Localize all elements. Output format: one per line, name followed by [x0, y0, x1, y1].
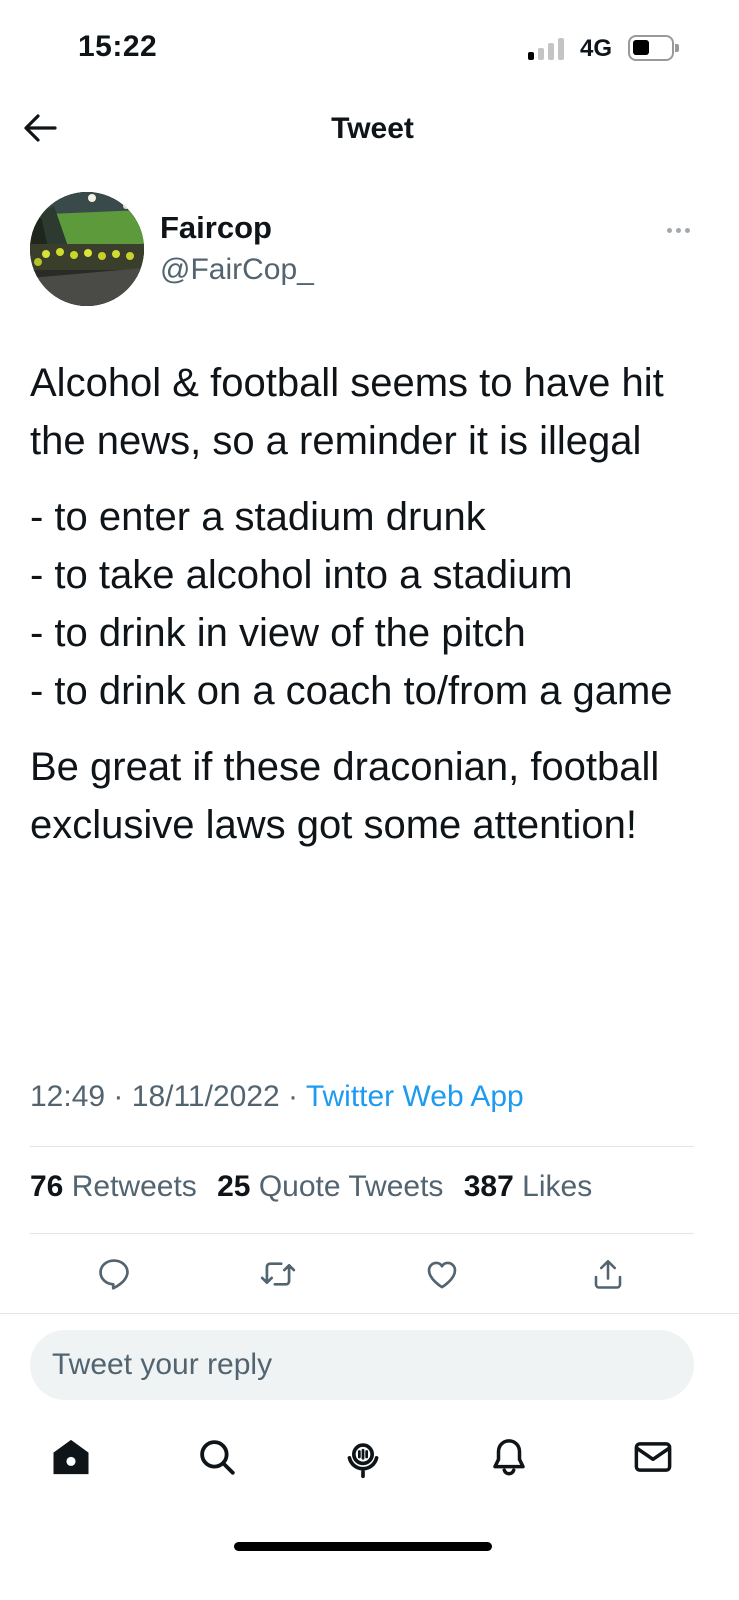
tweet-paragraph-list: - to enter a stadium drunk - to take alc… — [30, 495, 673, 713]
tab-notifications[interactable] — [484, 1432, 534, 1482]
quote-tweets-stat[interactable]: 25 Quote Tweets — [217, 1170, 443, 1203]
tweet-time: 12:49 — [30, 1080, 106, 1113]
tab-home[interactable] — [46, 1432, 96, 1482]
divider — [0, 1313, 739, 1314]
retweet-icon — [260, 1262, 296, 1286]
notifications-icon — [493, 1439, 525, 1476]
meta-separator: · — [288, 1080, 299, 1113]
avatar-image — [30, 192, 144, 306]
author-handle[interactable]: @FairCop_ — [160, 253, 314, 287]
share-button[interactable] — [586, 1252, 630, 1296]
meta-separator: · — [113, 1080, 124, 1113]
tweet-paragraph-intro: Alcohol & football seems to have hit the… — [30, 361, 664, 463]
tweet-paragraph-closing: Be great if these draconian, football ex… — [30, 745, 660, 847]
avatar[interactable] — [30, 192, 144, 306]
tweet-text: Alcohol & football seems to have hit the… — [30, 354, 714, 854]
divider — [30, 1233, 694, 1234]
retweets-count: 76 — [30, 1170, 64, 1203]
like-icon — [427, 1261, 457, 1289]
likes-stat[interactable]: 387 Likes — [464, 1170, 592, 1203]
retweet-button[interactable] — [256, 1252, 300, 1296]
author-name[interactable]: Faircop — [160, 210, 272, 246]
reply-input[interactable]: Tweet your reply — [30, 1330, 694, 1400]
home-icon — [53, 1439, 89, 1475]
reply-icon — [99, 1259, 129, 1290]
more-options-button[interactable] — [660, 218, 696, 242]
reply-button[interactable] — [92, 1252, 136, 1296]
quotes-label: Quote Tweets — [258, 1170, 444, 1203]
tweet-actions — [0, 1252, 739, 1302]
status-time: 15:22 — [78, 30, 158, 63]
retweets-stat[interactable]: 76 Retweets — [30, 1170, 197, 1203]
tweet-date: 18/11/2022 — [131, 1080, 280, 1113]
nav-bar: Tweet — [0, 96, 739, 164]
like-button[interactable] — [420, 1252, 464, 1296]
status-bar: 15:22 4G — [0, 0, 739, 100]
home-indicator[interactable] — [234, 1542, 492, 1551]
messages-icon — [634, 1442, 672, 1472]
retweets-label: Retweets — [71, 1170, 197, 1203]
tab-search[interactable] — [192, 1432, 242, 1482]
more-dots-icon — [666, 227, 672, 233]
tweet-meta: 12:49 · 18/11/2022 · Twitter Web App — [30, 1080, 524, 1114]
tab-spaces[interactable] — [338, 1432, 388, 1482]
bottom-tab-bar — [0, 1432, 739, 1492]
quotes-count: 25 — [217, 1170, 251, 1203]
likes-label: Likes — [522, 1170, 593, 1203]
tweet-stats: 76 Retweets 25 Quote Tweets 387 Likes — [30, 1170, 604, 1204]
divider — [30, 1146, 694, 1147]
likes-count: 387 — [463, 1170, 514, 1203]
signal-icon — [528, 36, 566, 60]
page-title: Tweet — [331, 112, 414, 145]
share-icon — [594, 1259, 622, 1289]
network-label: 4G — [580, 35, 613, 62]
tab-messages[interactable] — [628, 1432, 678, 1482]
reply-placeholder: Tweet your reply — [52, 1348, 273, 1381]
search-icon — [200, 1440, 235, 1475]
tweet-source-link[interactable]: Twitter Web App — [306, 1080, 524, 1113]
battery-icon — [628, 35, 679, 61]
spaces-icon — [347, 1443, 379, 1479]
